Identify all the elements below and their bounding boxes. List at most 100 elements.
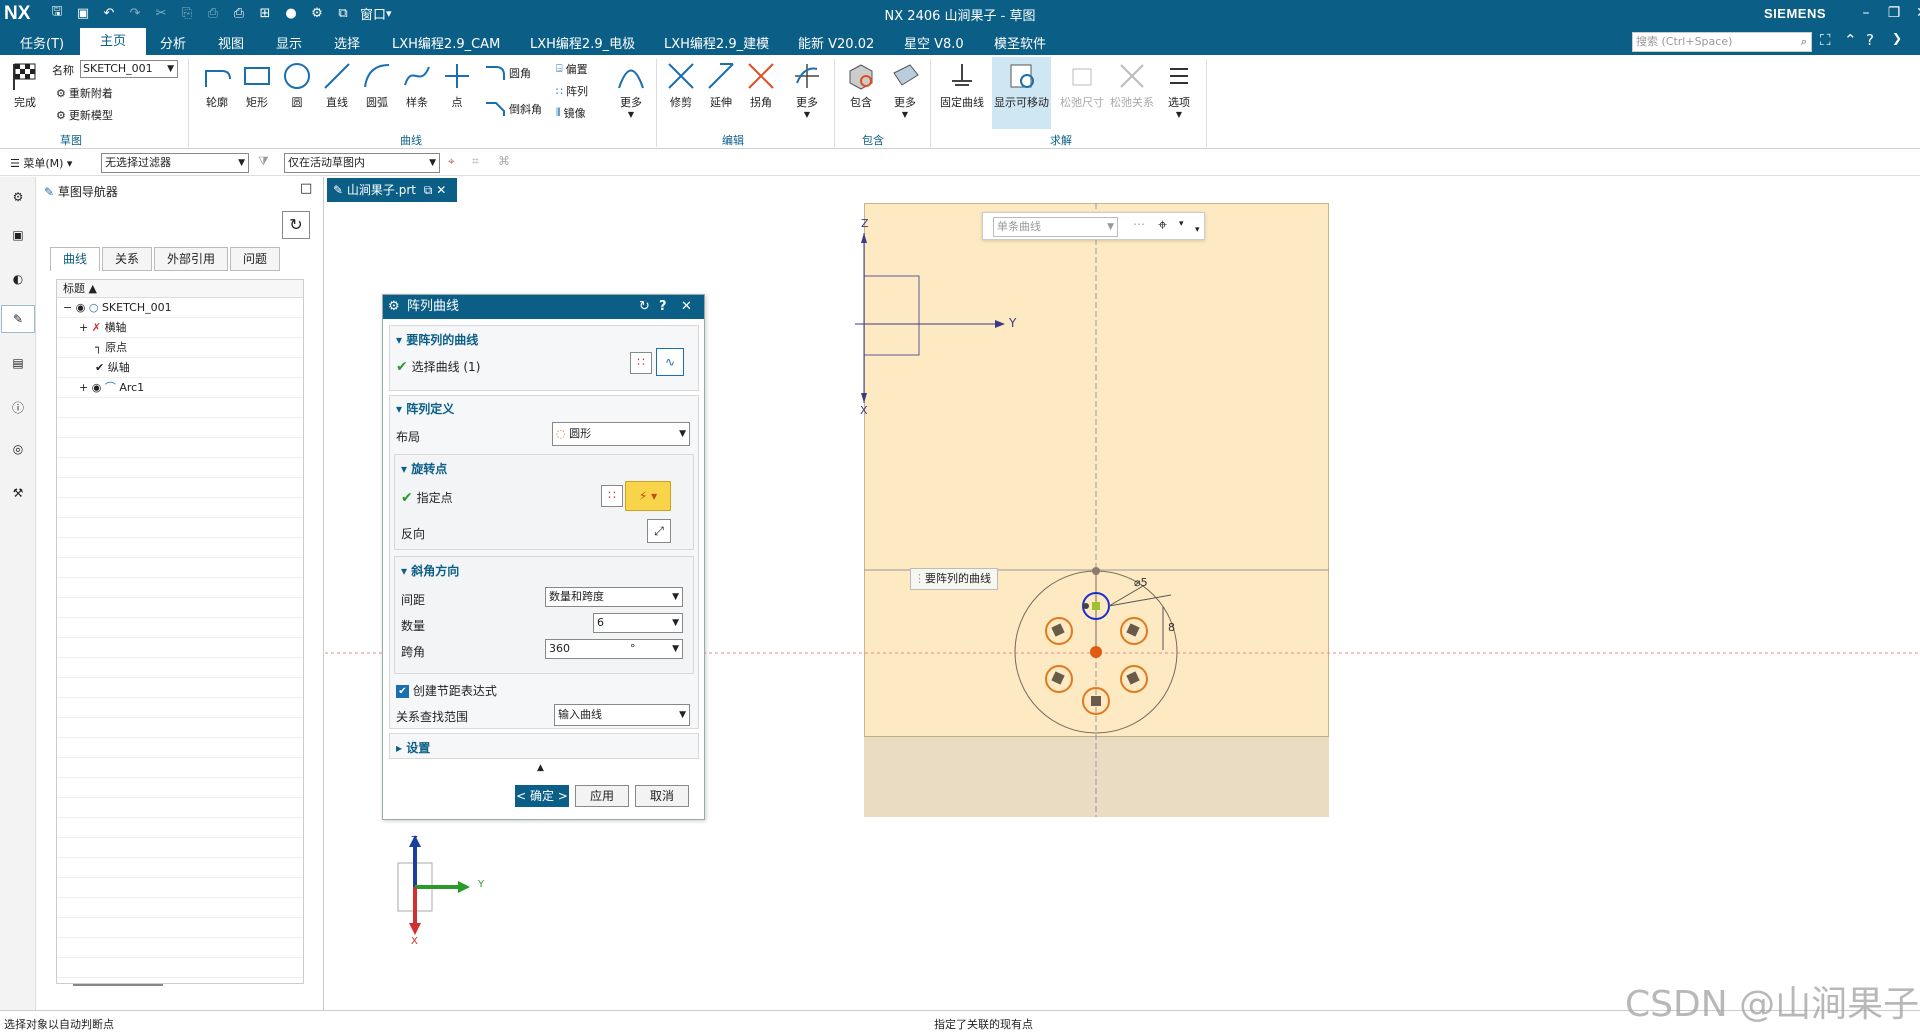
fix-curve-button[interactable]: 固定曲线 xyxy=(940,59,984,110)
help-icon[interactable]: ? xyxy=(1866,31,1874,49)
fillet-button[interactable]: 圆角 xyxy=(484,65,531,81)
snap-point-icon[interactable]: ⌖ xyxy=(448,154,455,169)
dialog-reset-icon[interactable]: ↻ xyxy=(639,295,650,319)
corner-button[interactable]: 拐角 xyxy=(744,59,778,110)
trim-button[interactable]: 修剪 xyxy=(664,59,698,110)
menu-lxh-electrode[interactable]: LXH编程2.9_电极 xyxy=(530,33,635,52)
type-filter-select[interactable]: 无选择过滤器 ▼ xyxy=(101,153,249,173)
search-icon[interactable]: ⌕ xyxy=(1801,33,1807,51)
collapse-ribbon-icon[interactable]: ⌃ xyxy=(1844,31,1857,49)
menu-xingkong[interactable]: 星空 V8.0 xyxy=(904,33,964,52)
menu-lxh-cam[interactable]: LXH编程2.9_CAM xyxy=(392,33,500,52)
minimize-icon[interactable]: – xyxy=(1852,2,1880,24)
tree-row-horizontal-axis[interactable]: + ✗ 横轴 xyxy=(57,318,303,338)
options-button[interactable]: 选项 ▼ xyxy=(1162,59,1196,119)
menu-mosheng[interactable]: 模圣软件 xyxy=(994,33,1046,52)
select-curve-row[interactable]: ✔ 选择曲线 (1) xyxy=(396,358,480,375)
eye-icon[interactable]: ◉ xyxy=(92,381,102,394)
menu-task[interactable]: 任务(T) xyxy=(20,33,64,52)
menu-lxh-modeling[interactable]: LXH编程2.9_建模 xyxy=(664,33,769,52)
tab-curves[interactable]: 曲线 xyxy=(50,247,101,271)
tree-row-sketch[interactable]: − ◉ ○ SKETCH_001 xyxy=(57,298,303,318)
relax-relation-button[interactable]: 松弛关系 xyxy=(1110,59,1154,110)
dialog-title-bar[interactable]: ⚙ 阵列曲线 ↻ ? ✕ xyxy=(383,295,704,319)
dialog-gear-icon[interactable]: ⚙ xyxy=(388,295,400,319)
ribbon-options-icon[interactable]: ❯ xyxy=(1892,31,1902,45)
relax-dimension-button[interactable]: 松弛尺寸 xyxy=(1060,59,1104,110)
layout-select[interactable]: ◌ 圆形 ▼ xyxy=(552,422,690,446)
maximize-panel-icon[interactable]: □ xyxy=(300,181,312,196)
section-header-definition[interactable]: ▾ 阵列定义 xyxy=(396,400,454,417)
create-expression-checkbox[interactable]: ✔ 创建节距表达式 xyxy=(396,682,497,699)
tab-relations[interactable]: 关系 xyxy=(102,247,153,271)
subsection-header-angle[interactable]: ▾ 斜角方向 xyxy=(401,562,459,579)
profile-button[interactable]: 轮廓 xyxy=(200,59,234,110)
column-header-title[interactable]: 标题 ▲ xyxy=(57,280,303,298)
inferred-point-select[interactable]: ⚡ ▾ xyxy=(625,481,671,511)
filter-icon[interactable]: ⧩ xyxy=(258,154,269,169)
more-curve-button[interactable]: 更多 ▼ xyxy=(614,59,648,119)
arc-button[interactable]: 圆弧 xyxy=(360,59,394,110)
menu-display[interactable]: 显示 xyxy=(276,33,302,52)
close-tab-icon[interactable]: ✕ xyxy=(436,183,446,197)
circle-button[interactable]: 圆 xyxy=(280,59,314,110)
line-button[interactable]: 直线 xyxy=(320,59,354,110)
include-button[interactable]: 包含 xyxy=(844,59,878,110)
part-navigator-icon[interactable]: ◐ xyxy=(4,265,32,293)
more-dots-icon[interactable]: ⋯ xyxy=(1133,217,1145,231)
rectangle-button[interactable]: 矩形 xyxy=(240,59,274,110)
info-icon[interactable]: ⓘ xyxy=(4,393,32,421)
selection-scope-select[interactable]: 仅在活动草图内 ▼ xyxy=(284,153,440,173)
view-triad[interactable] xyxy=(370,833,490,953)
point-dialog-icon[interactable]: ∷ xyxy=(630,352,652,374)
mirror-button[interactable]: ⫴ 镜像 xyxy=(556,105,586,121)
span-angle-input[interactable]: 360 ° ▼ xyxy=(545,639,683,659)
refresh-icon[interactable]: ↻ xyxy=(282,211,310,239)
tree-row-origin[interactable]: ┐ 原点 xyxy=(57,338,303,358)
eye-icon[interactable]: ◉ xyxy=(76,301,86,314)
cancel-button[interactable]: 取消 xyxy=(635,785,689,807)
spline-button[interactable]: 样条 xyxy=(400,59,434,110)
collapse-dialog-icon[interactable]: ▲ xyxy=(537,763,544,773)
spacing-select[interactable]: 数量和跨度 ▼ xyxy=(545,587,683,607)
menu-nengxin[interactable]: 能新 V20.02 xyxy=(798,33,874,52)
select-tools-icon[interactable]: ⌗ xyxy=(472,154,479,169)
extend-button[interactable]: 延伸 xyxy=(704,59,738,110)
menu-button[interactable]: ☰ 菜单(M) ▾ xyxy=(10,155,72,171)
restore-icon[interactable]: ❐ xyxy=(1880,2,1908,24)
sketch-name-select[interactable]: SKETCH_001 ▼ xyxy=(80,60,178,78)
quick-pick-icon[interactable]: ⌘ xyxy=(498,154,510,168)
horizontal-scrollbar[interactable] xyxy=(73,984,163,986)
update-model-button[interactable]: ⚙ 更新模型 xyxy=(56,107,113,123)
more-edit-button[interactable]: 更多 ▼ xyxy=(790,59,824,119)
settings-icon[interactable]: ⚙ xyxy=(4,183,32,211)
dialog-close-icon[interactable]: ✕ xyxy=(681,295,692,319)
tab-problems[interactable]: 问题 xyxy=(230,247,281,271)
section-header-curves[interactable]: ▾ 要阵列的曲线 xyxy=(396,331,478,348)
section-header-settings[interactable]: ▸ 设置 xyxy=(396,739,430,756)
point-button[interactable]: 点 xyxy=(440,59,474,110)
menu-home[interactable]: 主页 xyxy=(80,28,147,55)
chamfer-button[interactable]: 倒斜角 xyxy=(484,101,542,117)
command-search-input[interactable]: 搜索 (Ctrl+Space) ⌕ xyxy=(1632,32,1812,52)
ok-button[interactable]: < 确定 > xyxy=(515,785,569,807)
tree-row-arc[interactable]: + ◉ ⌒ Arc1 xyxy=(57,378,303,398)
reattach-button[interactable]: ⚙ 重新附着 xyxy=(56,85,113,101)
undock-icon[interactable]: ⧉ xyxy=(424,183,433,197)
assembly-navigator-icon[interactable]: ▣ xyxy=(4,221,32,249)
tools-icon[interactable]: ⚒ xyxy=(4,479,32,507)
fullscreen-icon[interactable]: ⛶ xyxy=(1820,31,1831,49)
sketch-navigator-icon[interactable]: ✎ xyxy=(1,305,35,333)
menu-view[interactable]: 视图 xyxy=(218,33,244,52)
finish-sketch-button[interactable]: 完成 xyxy=(8,59,42,110)
pattern-button[interactable]: ∷ 阵列 xyxy=(556,83,588,99)
specify-point-row[interactable]: ✔ 指定点 xyxy=(401,489,453,506)
subsection-header-rotation[interactable]: ▾ 旋转点 xyxy=(401,460,447,477)
apply-button[interactable]: 应用 xyxy=(575,785,629,807)
rotation-center-point[interactable] xyxy=(1090,646,1102,658)
menu-analysis[interactable]: 分析 xyxy=(160,33,186,52)
curve-rule-select[interactable]: 单条曲线 ▼ xyxy=(993,217,1118,237)
diameter-dimension[interactable]: ⌀5 xyxy=(1134,576,1148,589)
count-input[interactable]: 6 ▼ xyxy=(593,613,683,633)
reuse-library-icon[interactable]: ▤ xyxy=(4,349,32,377)
